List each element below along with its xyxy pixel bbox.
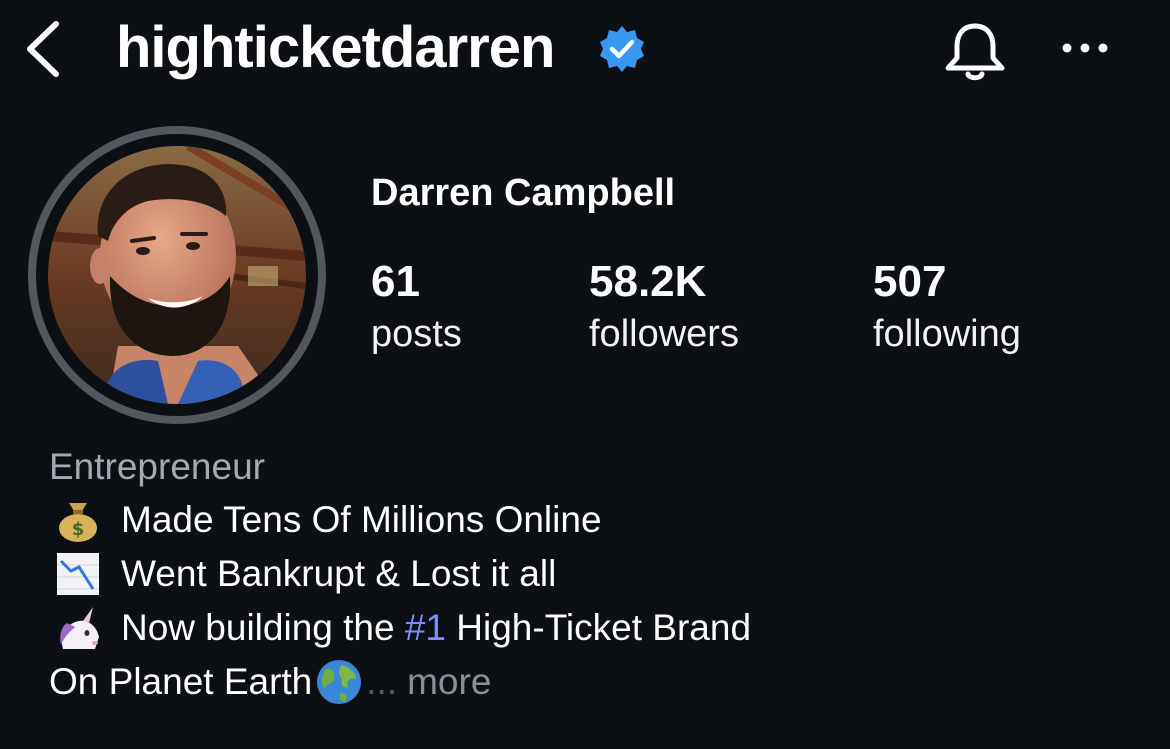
- bio-line: On Planet Earth ... more: [49, 659, 491, 705]
- followers-count-label: followers: [589, 313, 739, 355]
- profile-page: highticketdarren Darren Campbell 61 post…: [0, 0, 1170, 749]
- following-count[interactable]: 507 following: [873, 255, 1021, 359]
- verified-badge-icon: [597, 24, 647, 74]
- bio-line2-text: Went Bankrupt & Lost it all: [121, 553, 557, 594]
- posts-count-value: 61: [371, 257, 420, 306]
- following-count-value: 507: [873, 257, 947, 306]
- bio-more-link[interactable]: more: [407, 661, 491, 702]
- followers-count-value: 58.2K: [589, 257, 707, 306]
- chart-decreasing-icon: [49, 551, 107, 597]
- bio-line3-text-before: Now building the: [121, 607, 405, 648]
- svg-text:$: $: [72, 519, 85, 540]
- chevron-left-icon: [27, 21, 59, 77]
- bio-line4-text: On Planet Earth: [49, 661, 313, 702]
- ellipsis-icon: [1062, 43, 1108, 53]
- profile-category: Entrepreneur: [49, 446, 265, 487]
- more-options-button[interactable]: [1056, 36, 1114, 60]
- bio-line: Went Bankrupt & Lost it all: [49, 551, 556, 597]
- notifications-button[interactable]: [940, 16, 1010, 86]
- followers-count[interactable]: 58.2K followers: [589, 255, 739, 359]
- profile-full-name: Darren Campbell: [371, 172, 676, 214]
- bio-ellipsis: ...: [366, 661, 398, 702]
- hashtag-link[interactable]: #1: [405, 607, 446, 648]
- profile-username: highticketdarren: [116, 15, 555, 80]
- bio-line1-text: Made Tens Of Millions Online: [121, 499, 602, 540]
- money-bag-icon: $: [49, 497, 107, 543]
- posts-count-label: posts: [371, 313, 462, 355]
- posts-count[interactable]: 61 posts: [371, 255, 462, 359]
- unicorn-icon: [49, 605, 107, 651]
- bio-line: $ Made Tens Of Millions Online: [49, 497, 602, 543]
- bio-line: Now building the #1 High-Ticket Brand: [49, 605, 751, 651]
- following-count-label: following: [873, 313, 1021, 355]
- back-button[interactable]: [22, 18, 66, 80]
- bell-icon: [945, 23, 1005, 81]
- globe-icon: [312, 659, 366, 705]
- avatar[interactable]: [48, 146, 306, 404]
- avatar-ring: [28, 126, 326, 424]
- bio-line3-text-after: High-Ticket Brand: [446, 607, 752, 648]
